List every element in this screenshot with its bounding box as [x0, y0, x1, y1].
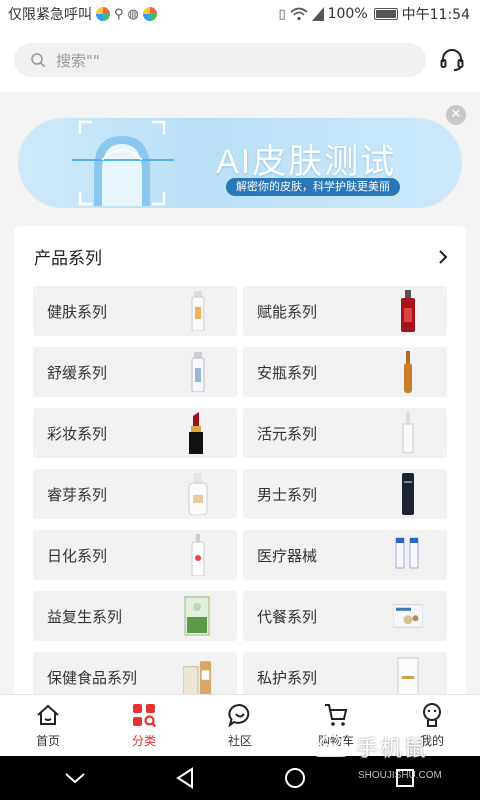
white-bottle-icon	[183, 350, 213, 394]
product-label: 活元系列	[257, 424, 318, 443]
product-item[interactable]: 活元系列	[243, 408, 447, 458]
product-item[interactable]: 舒缓系列	[33, 347, 237, 397]
product-item[interactable]: 男士系列	[243, 469, 447, 519]
white-bottle-icon	[393, 411, 423, 455]
product-item[interactable]: 医疗器械	[243, 530, 447, 580]
product-item[interactable]: 彩妆系列	[33, 408, 237, 458]
watermark: 手机鼠 SHOUJISHU.COM	[312, 728, 442, 781]
product-label: 日化系列	[47, 546, 108, 565]
nav-home[interactable]: 首页	[0, 695, 96, 756]
back-icon[interactable]	[174, 767, 196, 789]
watermark-text: 手机鼠	[356, 737, 429, 762]
nav-label: 首页	[35, 734, 60, 748]
community-icon	[228, 704, 250, 728]
white-box-icon	[393, 655, 423, 699]
product-label: 私护系列	[257, 668, 318, 687]
product-item[interactable]: 健肤系列	[33, 286, 237, 336]
product-label: 男士系列	[257, 485, 318, 504]
product-label: 医疗器械	[257, 546, 318, 565]
dark-bottle-icon	[393, 472, 423, 516]
section-title: 产品系列	[34, 249, 102, 269]
product-item[interactable]: 日化系列	[33, 530, 237, 580]
usb-icon: ⚲	[114, 6, 124, 22]
product-label: 健肤系列	[47, 302, 108, 321]
product-item[interactable]: 赋能系列	[243, 286, 447, 336]
product-label: 彩妆系列	[47, 424, 108, 443]
supplement-icon	[183, 655, 213, 699]
ampoule-icon	[393, 350, 423, 394]
headset-icon	[440, 49, 464, 71]
product-item[interactable]: 益复生系列	[33, 591, 237, 641]
product-label: 睿芽系列	[47, 485, 108, 504]
white-jar-icon	[183, 472, 213, 516]
collapse-icon[interactable]	[64, 771, 86, 785]
watermark-logo-icon	[312, 734, 350, 757]
battery-percent: 100%	[327, 6, 368, 22]
face-scan-icon	[72, 120, 174, 206]
tubes-icon	[393, 533, 423, 577]
spray-bottle-icon	[183, 533, 213, 577]
search-input[interactable]: 搜索""	[14, 43, 427, 77]
banner-close-button[interactable]: ✕	[446, 105, 466, 125]
ai-skin-test-banner[interactable]: AI皮肤测试 解密你的皮肤，科学护肤更美丽	[18, 118, 462, 208]
product-label: 保健食品系列	[47, 668, 138, 687]
search-placeholder: 搜索""	[56, 51, 100, 70]
product-item[interactable]: 睿芽系列	[33, 469, 237, 519]
product-label: 舒缓系列	[47, 363, 108, 382]
app-notification-icon	[96, 7, 110, 21]
product-label: 代餐系列	[257, 607, 318, 626]
lipstick-icon	[183, 411, 213, 455]
banner-title: AI皮肤测试	[216, 143, 397, 181]
product-item[interactable]: 代餐系列	[243, 591, 447, 641]
product-label: 赋能系列	[257, 302, 318, 321]
app-notification-icon-2	[142, 7, 157, 21]
product-label: 益复生系列	[47, 607, 123, 626]
banner-subtitle: 解密你的皮肤，科学护肤更美丽	[226, 178, 400, 196]
wechat-icon: ◍	[127, 6, 139, 22]
category-icon	[133, 704, 157, 728]
cart-icon	[325, 704, 348, 726]
profile-icon	[423, 703, 441, 727]
search-header: 搜索""	[0, 28, 480, 92]
home-icon	[37, 704, 59, 725]
vibrate-icon: ▯	[278, 6, 286, 22]
signal-icon	[311, 7, 324, 21]
watermark-subtext: SHOUJISHU.COM	[358, 770, 442, 781]
product-series-header[interactable]: 产品系列	[34, 244, 450, 269]
customer-service-button[interactable]	[438, 46, 466, 74]
nav-label: 社区	[227, 734, 252, 748]
food-box-icon	[393, 594, 423, 638]
battery-icon	[373, 8, 398, 20]
nav-category[interactable]: 分类	[96, 695, 192, 756]
product-series-card: 产品系列 健肤系列 赋能系列 舒缓系列 安瓶系列 彩妆系列 活元系列 睿芽系列	[14, 226, 466, 706]
clock: 中午11:54	[401, 7, 470, 23]
green-box-icon	[183, 594, 213, 638]
status-carrier-text: 仅限紧急呼叫	[8, 7, 92, 23]
wifi-icon	[290, 7, 308, 21]
nav-community[interactable]: 社区	[192, 695, 288, 756]
nav-label: 分类	[131, 734, 156, 748]
status-bar: 仅限紧急呼叫 ⚲ ◍ ▯ 100% 中午11:54	[0, 0, 480, 28]
white-bottle-icon	[183, 289, 213, 333]
search-icon	[31, 53, 46, 68]
product-label: 安瓶系列	[257, 363, 318, 382]
product-item[interactable]: 安瓶系列	[243, 347, 447, 397]
chevron-right-icon	[439, 249, 448, 264]
home-circle-icon[interactable]	[284, 767, 306, 789]
red-bottle-icon	[393, 289, 423, 333]
